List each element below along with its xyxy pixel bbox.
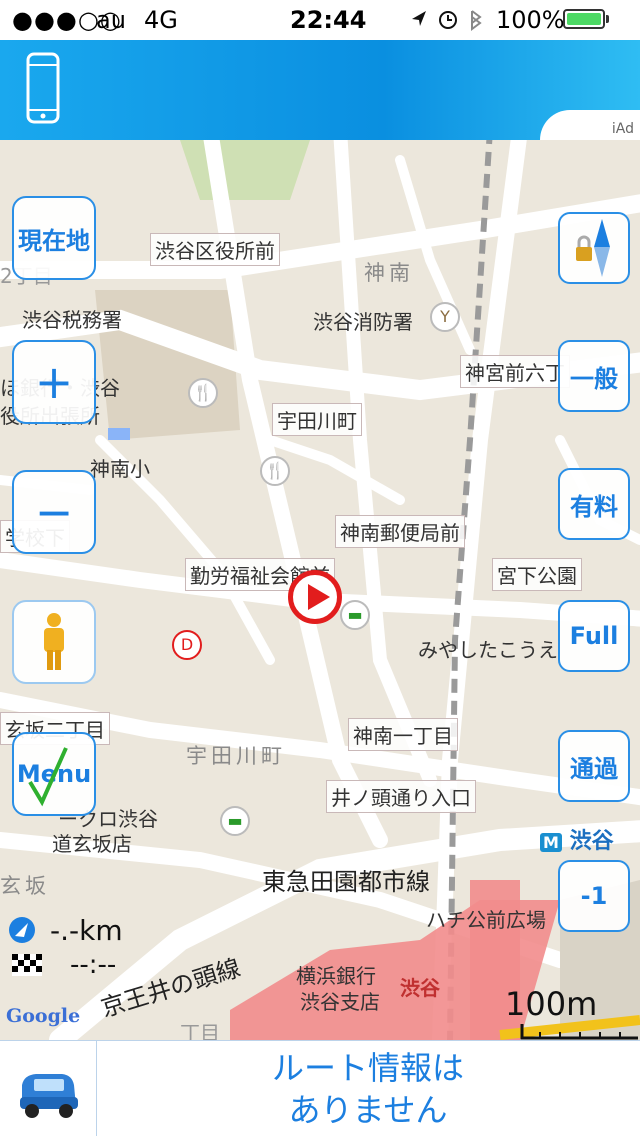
map-view[interactable]: 渋谷区役所前 神南 渋谷税務署 渋谷消防署 Y 神宮前六丁 ほ銀行・渋谷 役所出…: [0, 140, 640, 1040]
battery-percent: 100%: [496, 6, 565, 34]
map-label-tax-office: 渋谷税務署: [22, 308, 122, 332]
general-road-button[interactable]: 一般: [558, 340, 630, 412]
map-label-chome: 丁目: [180, 1021, 220, 1040]
current-location-button[interactable]: 現在地: [12, 196, 96, 280]
restaurant-icon: 🍴: [188, 378, 218, 408]
zoom-in-button[interactable]: +: [12, 340, 96, 424]
shop-icon: D: [172, 630, 202, 660]
full-button[interactable]: Full: [558, 600, 630, 672]
google-attribution: Google: [6, 1005, 81, 1027]
map-label-inokashira-entrance: 井ノ頭通り入口: [326, 780, 476, 813]
carrier-label: au: [96, 6, 126, 34]
fire-station-icon: Y: [430, 302, 460, 332]
convenience-store-icon: ▬: [220, 806, 250, 836]
finish-flag-icon: [12, 954, 42, 976]
map-label-miyashita-kana: みやしたこうえ: [418, 638, 558, 662]
map-label-dogenzaka-store: 道玄坂店: [52, 832, 132, 856]
map-label-shibuya-station: M 渋谷: [540, 823, 614, 855]
scale-readout: 100m: [505, 985, 598, 1023]
metro-icon: M: [540, 833, 562, 852]
map-label-jinnan: 神南: [364, 261, 414, 285]
bottom-bar: ルート情報は ありません: [0, 1040, 640, 1136]
clock: 22:44: [290, 6, 367, 34]
checkmark-icon: [28, 747, 68, 807]
distance-readout: -.-km: [50, 914, 123, 947]
ad-banner[interactable]: iAd: [0, 40, 640, 140]
location-alarm-bluetooth-icon: [412, 10, 482, 31]
map-label-jinnan1: 神南一丁目: [348, 718, 458, 751]
network-type: 4G: [144, 6, 178, 34]
street-view-button[interactable]: [12, 600, 96, 684]
map-label-miyashita: 宮下公園: [492, 558, 582, 591]
route-info-line-2: ありません: [288, 1091, 448, 1129]
toll-road-button[interactable]: 有料: [558, 468, 630, 540]
map-label-hachiko: ハチ公前広場: [426, 908, 546, 932]
minus-one-button[interactable]: -1: [558, 860, 630, 932]
phone-icon: [26, 52, 60, 124]
restaurant-icon: 🍴: [260, 456, 290, 486]
map-label-ward-office: 渋谷区役所前: [150, 233, 280, 266]
pass-button[interactable]: 通過: [558, 730, 630, 802]
direction-icon: [9, 917, 35, 943]
battery-tip: [606, 15, 609, 23]
route-info-line-1: ルート情報は: [271, 1049, 464, 1087]
app-root: ●●●○○ au 4G 22:44 100% iAd 渋谷区役所前 神南 渋谷税…: [0, 0, 640, 1136]
status-bar: ●●●○○ au 4G 22:44 100%: [0, 0, 640, 40]
eta-readout: --:--: [70, 950, 117, 980]
map-label-toyoko-line: 東急田園都市線: [262, 868, 430, 896]
map-label-bank-branch: 渋谷支店: [300, 990, 380, 1014]
map-label-shibuya-pink: 渋谷: [400, 976, 440, 1000]
map-label-fire-station: 渋谷消防署: [313, 310, 413, 334]
convenience-store-icon: ▬: [340, 600, 370, 630]
car-icon: [20, 1074, 78, 1118]
map-label-udagawa-area: 宇田川町: [186, 744, 286, 768]
compass-icon: [576, 219, 610, 277]
pegman-icon: [44, 613, 64, 670]
current-position-marker: [288, 570, 342, 624]
map-label-jinnan-school: 神南小: [90, 457, 150, 481]
map-label-udagawa-stop: 宇田川町: [272, 403, 362, 436]
zoom-out-button[interactable]: −: [12, 470, 96, 554]
route-info-panel[interactable]: ルート情報は ありません: [96, 1041, 640, 1136]
map-label-genzaka: 玄坂: [0, 874, 50, 898]
status-icons: [408, 6, 488, 38]
map-label-jinnan-post: 神南郵便局前: [335, 515, 465, 548]
vehicle-button[interactable]: [0, 1041, 97, 1136]
battery-icon: [563, 9, 605, 29]
map-label-yokohama-bank: 横浜銀行: [296, 964, 376, 988]
iad-label: iAd: [611, 121, 634, 137]
map-label-jingumae: 神宮前六丁: [460, 355, 570, 388]
compass-lock-button[interactable]: [558, 212, 630, 284]
scale-bar: [520, 1024, 638, 1040]
